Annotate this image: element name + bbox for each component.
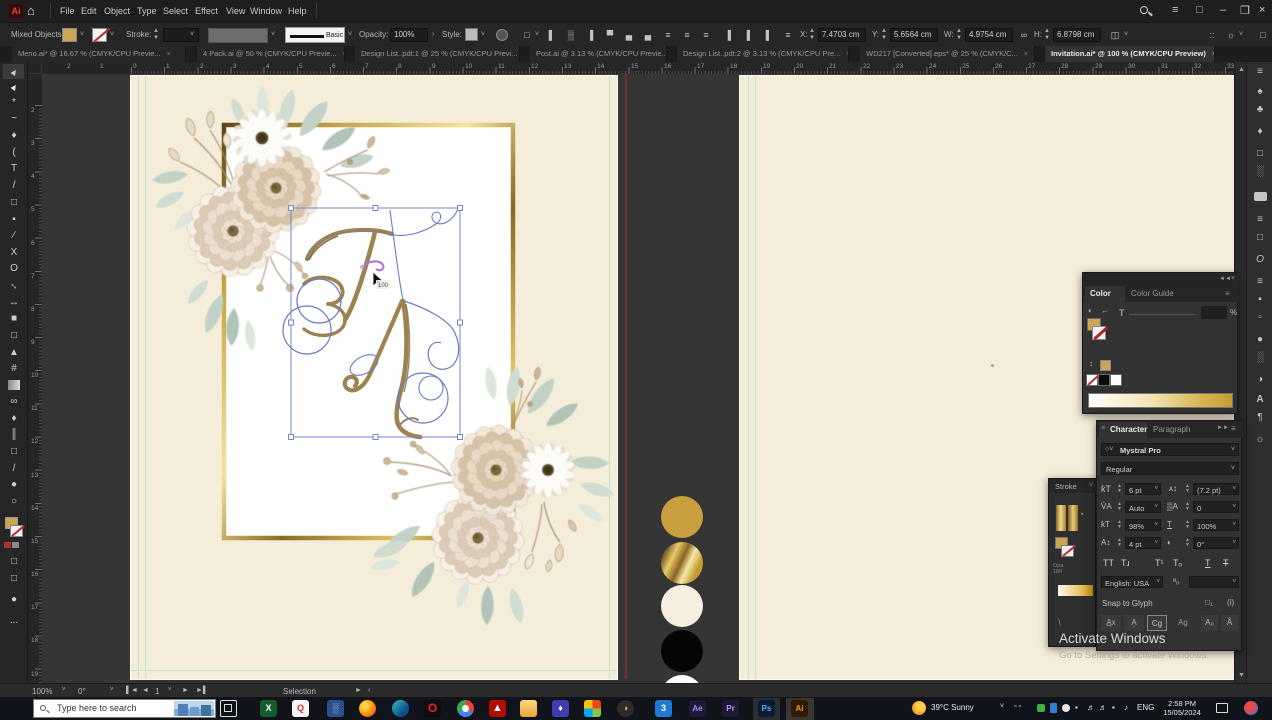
svg-text:100: 100 [378,283,389,289]
